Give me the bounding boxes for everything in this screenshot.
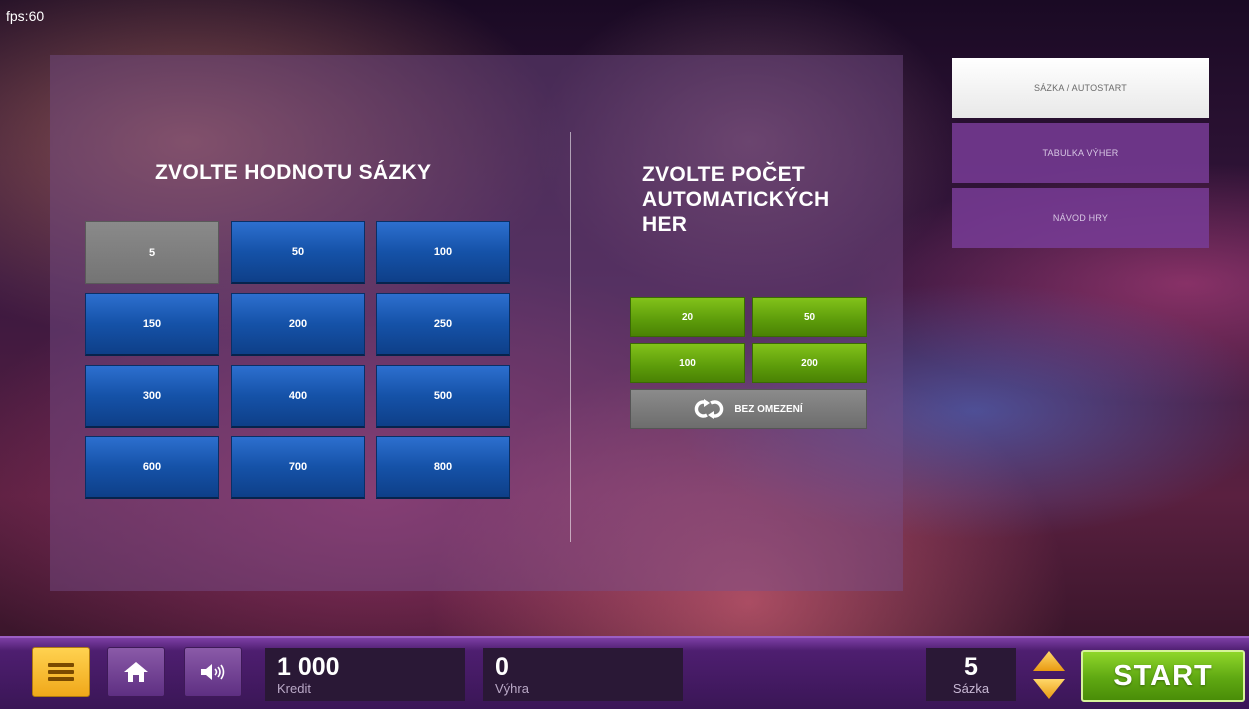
bet-option-button[interactable]: 500 bbox=[376, 365, 510, 428]
bet-option-button[interactable]: 200 bbox=[231, 293, 365, 356]
tab-paytable[interactable]: TABULKA VÝHER bbox=[952, 123, 1209, 183]
bet-option-button[interactable]: 5 bbox=[85, 221, 219, 284]
autoplay-count-button[interactable]: 20 bbox=[630, 297, 745, 337]
tab-bet-autostart[interactable]: SÁZKA / AUTOSTART bbox=[952, 58, 1209, 118]
win-label: Výhra bbox=[495, 681, 529, 696]
stake-arrows-icon[interactable] bbox=[1030, 649, 1068, 701]
win-display: 0 Výhra bbox=[483, 648, 683, 701]
autoplay-count-button[interactable]: 200 bbox=[752, 343, 867, 383]
home-button[interactable] bbox=[107, 647, 165, 697]
sound-icon bbox=[201, 664, 225, 680]
bet-option-button[interactable]: 600 bbox=[85, 436, 219, 499]
bet-option-button[interactable]: 300 bbox=[85, 365, 219, 428]
menu-button[interactable] bbox=[32, 647, 90, 697]
bet-option-button[interactable]: 700 bbox=[231, 436, 365, 499]
stake-value: 5 bbox=[964, 653, 978, 681]
stake-label: Sázka bbox=[952, 681, 990, 696]
bet-option-button[interactable]: 50 bbox=[231, 221, 365, 284]
bet-value-heading: ZVOLTE HODNOTU SÁZKY bbox=[155, 161, 432, 184]
tab-game-rules[interactable]: NÁVOD HRY bbox=[952, 188, 1209, 248]
loop-icon bbox=[695, 399, 724, 419]
bet-option-button[interactable]: 150 bbox=[85, 293, 219, 356]
section-divider bbox=[570, 132, 571, 542]
autoplay-count-button[interactable]: 50 bbox=[752, 297, 867, 337]
autoplay-heading: ZVOLTE POČET AUTOMATICKÝCH HER bbox=[642, 163, 830, 236]
win-value: 0 bbox=[495, 653, 509, 681]
home-icon bbox=[124, 662, 148, 682]
autoplay-unlimited-button[interactable]: BEZ OMEZENÍ bbox=[630, 389, 867, 429]
credit-value: 1 000 bbox=[277, 653, 340, 681]
bet-option-button[interactable]: 400 bbox=[231, 365, 365, 428]
autoplay-count-button[interactable]: 100 bbox=[630, 343, 745, 383]
credit-display: 1 000 Kredit bbox=[265, 648, 465, 701]
bet-option-button[interactable]: 250 bbox=[376, 293, 510, 356]
fps-counter: fps:60 bbox=[6, 8, 45, 24]
bet-option-button[interactable]: 800 bbox=[376, 436, 510, 499]
start-button[interactable]: START bbox=[1081, 650, 1245, 702]
menu-icon bbox=[48, 663, 74, 681]
credit-label: Kredit bbox=[277, 681, 311, 696]
sound-button[interactable] bbox=[184, 647, 242, 697]
bet-option-button[interactable]: 100 bbox=[376, 221, 510, 284]
stake-display: 5 Sázka bbox=[926, 648, 1016, 701]
autoplay-unlimited-label: BEZ OMEZENÍ bbox=[734, 403, 803, 415]
